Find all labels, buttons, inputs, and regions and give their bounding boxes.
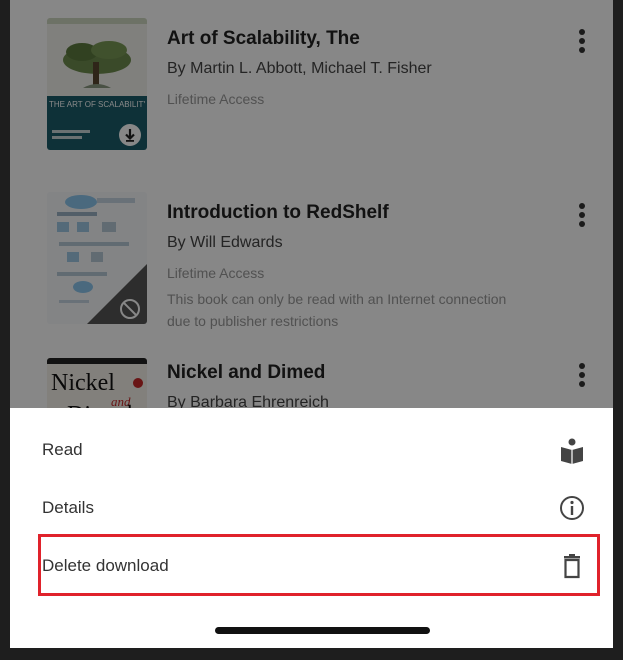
dim-overlay[interactable]: [10, 0, 613, 408]
info-icon: [558, 494, 586, 522]
library-list: THE ART OF SCALABILITY Art of Scalabilit…: [10, 0, 613, 490]
book-reader-icon: [558, 436, 586, 464]
phone-screen: THE ART OF SCALABILITY Art of Scalabilit…: [10, 0, 613, 648]
details-label: Details: [42, 498, 94, 517]
bottom-sheet: Read Details Delete download: [10, 408, 613, 648]
read-option[interactable]: Read: [10, 422, 613, 478]
home-indicator[interactable]: [215, 627, 430, 634]
read-label: Read: [42, 440, 83, 459]
highlight-box: [38, 534, 600, 596]
details-option[interactable]: Details: [10, 480, 613, 536]
